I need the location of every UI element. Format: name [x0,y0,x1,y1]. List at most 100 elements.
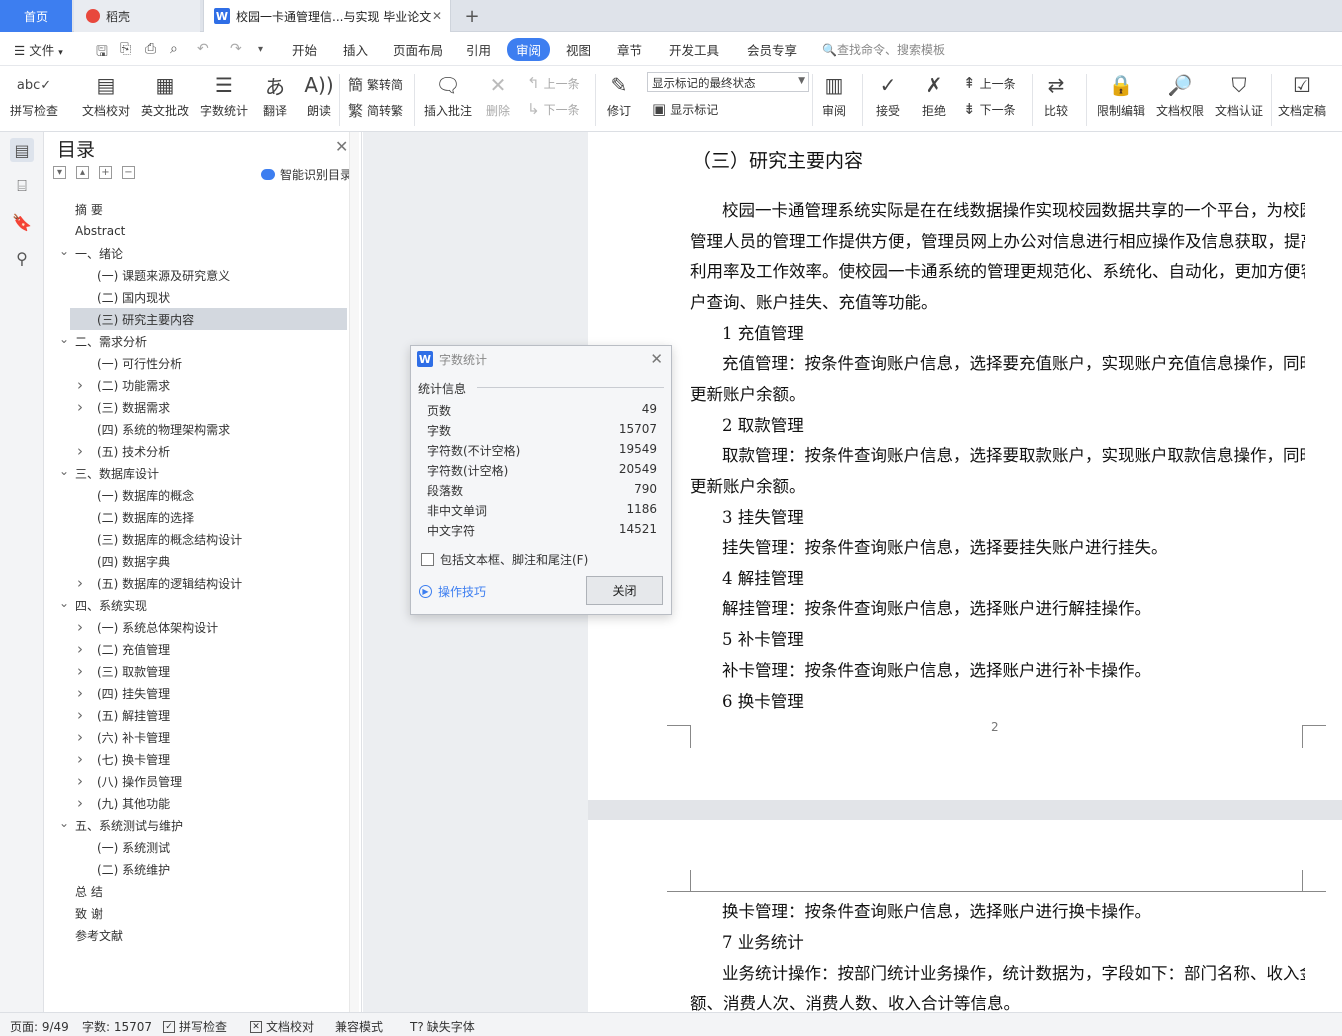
add-heading-icon[interactable]: + [99,166,112,179]
menu-layout[interactable]: 页面布局 [393,40,443,59]
toc-item[interactable]: (四) 挂失管理 [97,682,170,704]
compat-mode[interactable]: 兼容模式 [335,1018,383,1035]
undo-icon[interactable]: ↶ [197,41,209,57]
toc-item[interactable]: (二) 功能需求 [97,374,170,396]
chevron-down-icon[interactable]: ⌄ [59,244,69,258]
toc-item[interactable]: (六) 补卡管理 [97,726,170,748]
toc-item[interactable]: 参考文献 [75,924,123,946]
reject-button[interactable]: ✗ 拒绝 [918,70,950,119]
tips-link[interactable]: ▶ 操作技巧 [419,583,486,600]
delete-comment-button[interactable]: ✕ 删除 [482,70,514,119]
tab-home[interactable]: 首页 [0,0,72,32]
toc-item[interactable]: (一) 课题来源及研究意义 [97,264,230,286]
close-icon[interactable]: ✕ [650,350,663,368]
close-tab-icon[interactable]: ✕ [432,9,442,23]
chevron-right-icon[interactable]: › [77,728,83,746]
page-indicator[interactable]: 页面: 9/49 [10,1018,69,1035]
file-menu[interactable]: ☰ 文件 ▾ [14,40,63,59]
toc-item[interactable]: (一) 系统测试 [97,836,170,858]
doc-proof-status[interactable]: ✕ 文档校对 [250,1018,314,1035]
missing-font-status[interactable]: T? 缺失字体 [410,1018,475,1035]
menu-start[interactable]: 开始 [292,40,317,59]
toc-item[interactable]: 一、绪论 [75,242,123,264]
markup-state-select[interactable]: 显示标记的最终状态 ▼ [647,72,809,92]
next-comment-button[interactable]: ↳ 下一条 [527,100,580,118]
smart-toc-button[interactable]: 智能识别目录 [261,166,352,183]
accept-button[interactable]: ✓ 接受 [872,70,904,119]
chevron-down-icon[interactable]: ⌄ [59,464,69,478]
menu-insert[interactable]: 插入 [343,40,368,59]
close-button[interactable]: 关闭 [586,576,663,605]
toc-item[interactable]: 四、系统实现 [75,594,147,616]
bookmark-icon[interactable]: 🔖 [10,210,34,234]
chevron-right-icon[interactable]: › [77,398,83,416]
command-search[interactable]: 🔍查找命令、搜索模板 [822,41,945,58]
toc-item[interactable]: (五) 解挂管理 [97,704,170,726]
simp-to-trad-button[interactable]: 繁简转繁 [348,100,403,121]
toc-item[interactable]: (二) 充值管理 [97,638,170,660]
toc-item[interactable]: 总 结 [75,880,103,902]
next-change-button[interactable]: ⇟ 下一条 [963,100,1016,118]
tab-daoke[interactable]: 稻壳 [74,0,200,32]
toc-item[interactable]: 五、系统测试与维护 [75,814,183,836]
insert-comment-button[interactable]: 🗨 插入批注 [424,70,472,119]
chevron-right-icon[interactable]: › [77,750,83,768]
english-review-button[interactable]: ▦ 英文批改 [141,70,189,119]
toc-item[interactable]: 摘 要 [75,198,103,220]
menu-view[interactable]: 视图 [566,40,591,59]
toc-item[interactable]: (二) 国内现状 [97,286,170,308]
chevron-right-icon[interactable]: › [77,794,83,812]
toc-scrollbar[interactable] [349,132,359,1012]
toc-item[interactable]: (四) 系统的物理架构需求 [97,418,230,440]
toc-item[interactable]: (三) 数据库的概念结构设计 [97,528,242,550]
expand-icon[interactable]: ▴ [76,166,89,179]
menu-developer[interactable]: 开发工具 [669,40,719,59]
trad-to-simp-button[interactable]: 簡繁转简 [348,74,403,95]
translate-button[interactable]: あ翻译 [259,70,291,119]
toc-item[interactable]: (三) 数据需求 [97,396,170,418]
toc-item[interactable]: (八) 操作员管理 [97,770,182,792]
menu-review[interactable]: 审阅 [507,38,551,61]
toc-item[interactable]: (九) 其他功能 [97,792,170,814]
print-icon[interactable]: ⎙ [145,41,156,57]
word-count-indicator[interactable]: 字数: 15707 [82,1018,152,1035]
doc-cert-button[interactable]: ⛉ 文档认证 [1215,70,1263,119]
chevron-right-icon[interactable]: › [77,684,83,702]
review-pane-button[interactable]: ▥ 审阅 [818,70,850,119]
show-markup-button[interactable]: ▣ 显示标记 [652,100,718,118]
toc-item[interactable]: (一) 数据库的概念 [97,484,194,506]
toc-item[interactable]: 二、需求分析 [75,330,147,352]
menu-section[interactable]: 章节 [617,40,642,59]
read-aloud-button[interactable]: A)) 朗读 [303,70,335,119]
chevron-right-icon[interactable]: › [77,442,83,460]
chevron-down-icon[interactable]: ⌄ [59,596,69,610]
restrict-edit-button[interactable]: 🔒 限制编辑 [1097,70,1145,119]
toc-item[interactable]: (三) 研究主要内容 [70,308,347,330]
toc-item[interactable]: (二) 数据库的选择 [97,506,194,528]
customize-icon[interactable]: ▾ [258,44,263,55]
chevron-right-icon[interactable]: › [77,618,83,636]
collapse-icon[interactable]: ▾ [53,166,66,179]
toc-item[interactable]: (一) 系统总体架构设计 [97,616,218,638]
print-preview-icon[interactable]: ⌕ [170,41,178,57]
doc-proof-button[interactable]: ▤ 文档校对 [82,70,130,119]
compare-button[interactable]: ⇄ 比较 [1040,70,1072,119]
toc-item[interactable]: (三) 取款管理 [97,660,170,682]
track-changes-button[interactable]: ✎ 修订 [603,70,635,119]
chevron-right-icon[interactable]: › [77,706,83,724]
save-icon[interactable]: 🖫 [96,41,108,65]
remove-heading-icon[interactable]: − [122,166,135,179]
prev-change-button[interactable]: ⇞ 上一条 [963,74,1016,92]
menu-member[interactable]: 会员专享 [747,40,797,59]
toc-item[interactable]: (一) 可行性分析 [97,352,182,374]
chevron-right-icon[interactable]: › [77,640,83,658]
chevron-down-icon[interactable]: ⌄ [59,816,69,830]
spell-check-status[interactable]: ✓ 拼写检查 [163,1018,227,1035]
toc-item[interactable]: (五) 数据库的逻辑结构设计 [97,572,242,594]
spell-check-button[interactable]: abc✓ 拼写检查 [10,70,58,119]
chevron-right-icon[interactable]: › [77,376,83,394]
toc-item[interactable]: 致 谢 [75,902,103,924]
include-textbox-checkbox[interactable]: 包括文本框、脚注和尾注(F) [421,551,588,568]
toc-item[interactable]: Abstract [75,220,125,242]
toc-item[interactable]: 三、数据库设计 [75,462,159,484]
